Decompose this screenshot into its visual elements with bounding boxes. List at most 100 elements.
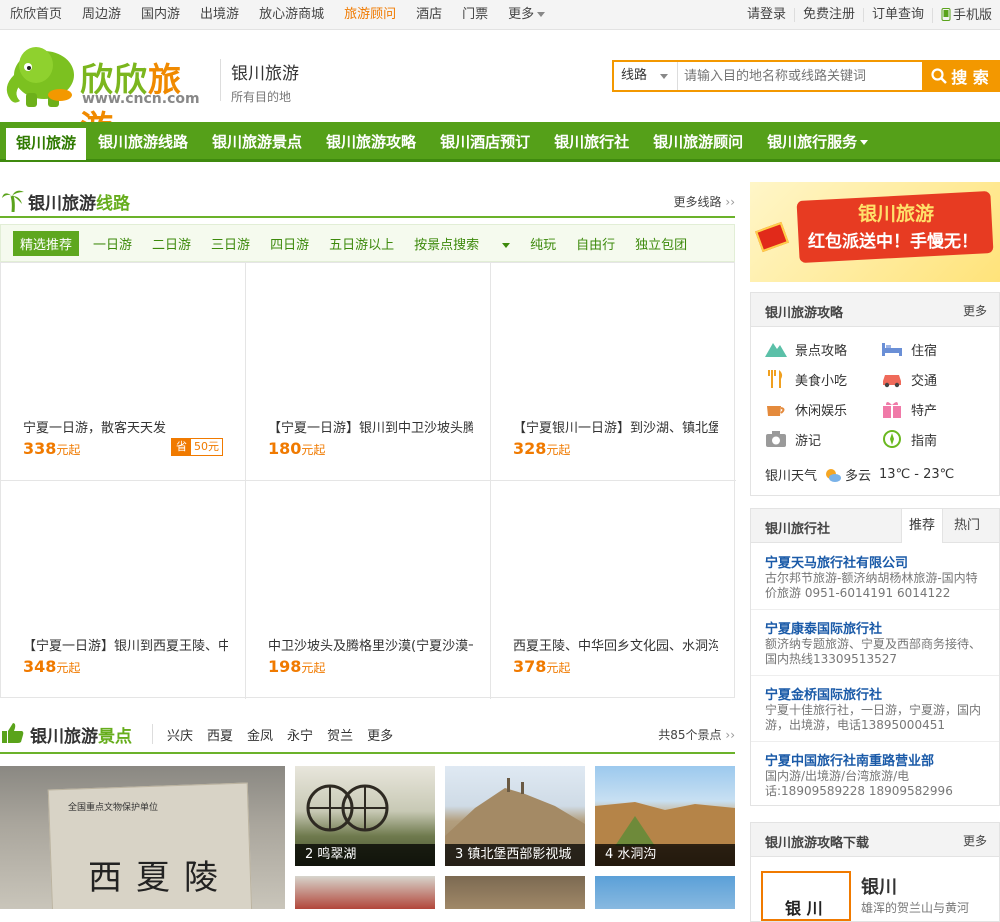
tab-recommended[interactable]: 推荐 xyxy=(901,509,943,543)
fork-knife-icon xyxy=(768,370,783,388)
top-link-more[interactable]: 更多 xyxy=(498,0,555,30)
download-more-link[interactable]: 更多 xyxy=(963,832,987,849)
district-link[interactable]: 兴庆 xyxy=(167,725,193,744)
agency-name[interactable]: 宁夏金桥国际旅行社 xyxy=(765,684,990,703)
more-districts-link[interactable]: 更多 xyxy=(367,725,393,744)
tab-pure-play[interactable]: 纯玩 xyxy=(530,234,556,253)
top-link-advisor[interactable]: 旅游顾问 xyxy=(334,0,406,30)
district-link[interactable]: 贺兰 xyxy=(327,725,353,744)
district-link[interactable]: 永宁 xyxy=(287,725,313,744)
tab-two-day[interactable]: 二日游 xyxy=(152,234,191,253)
all-destinations-link[interactable]: 所有目的地 xyxy=(231,88,299,105)
attraction-thumb[interactable] xyxy=(445,876,585,909)
routes-section-title: 银川旅游线路 xyxy=(28,189,130,214)
tab-one-day[interactable]: 一日游 xyxy=(93,234,132,253)
top-link-domestic[interactable]: 国内游 xyxy=(131,0,190,30)
route-card[interactable]: 中卫沙坡头及腾格里沙漠(宁夏沙漠一 198元起 xyxy=(246,481,491,699)
tab-private-group[interactable]: 独立包团 xyxy=(635,234,687,253)
nav-advisors[interactable]: 银川旅游顾问 xyxy=(641,122,755,162)
guide-item-attractions[interactable]: 景点攻略 xyxy=(765,339,847,359)
top-link-mall[interactable]: 放心游商城 xyxy=(249,0,334,30)
city-title: 银川旅游 xyxy=(231,64,299,84)
red-envelope-icon xyxy=(755,221,789,253)
search-button[interactable]: 搜 索 xyxy=(922,62,998,90)
route-name[interactable]: 西夏王陵、中华回乡文化园、水洞沟 xyxy=(513,635,718,654)
guide-item-food[interactable]: 美食小吃 xyxy=(765,369,847,389)
nav-hotels[interactable]: 银川酒店预订 xyxy=(428,122,542,162)
guide-item-handbook[interactable]: 指南 xyxy=(881,429,937,449)
attraction-thumb[interactable]: 4 水洞沟 xyxy=(595,766,735,866)
guide-item-lodging[interactable]: 住宿 xyxy=(881,339,937,359)
route-card[interactable]: 【宁夏一日游】银川到中卫沙坡头腾 180元起 xyxy=(246,263,491,481)
guide-item-leisure[interactable]: 休闲娱乐 xyxy=(765,399,847,419)
search-input[interactable] xyxy=(678,62,922,90)
mobile-link[interactable]: 手机版 xyxy=(931,7,1000,23)
tab-featured[interactable]: 精选推荐 xyxy=(13,230,80,256)
search-type-select[interactable]: 线路 xyxy=(614,62,678,90)
login-link[interactable]: 请登录 xyxy=(739,8,794,22)
agency-item[interactable]: 宁夏康泰国际旅行社 额济纳专题旅游、宁夏及西部商务接待、 国内热线1330951… xyxy=(765,618,990,667)
tab-three-day[interactable]: 三日游 xyxy=(211,234,250,253)
attraction-thumb[interactable]: 3 镇北堡西部影视城 xyxy=(445,766,585,866)
top-link-outbound[interactable]: 出境游 xyxy=(190,0,249,30)
tab-popular[interactable]: 热门 xyxy=(943,509,991,543)
top-link-nearby[interactable]: 周边游 xyxy=(72,0,131,30)
attraction-thumb[interactable] xyxy=(595,876,735,909)
agency-item[interactable]: 宁夏中国旅行社南重路营业部 国内游/出境游/台湾旅游/电 话:189095892… xyxy=(765,750,990,799)
agency-name[interactable]: 宁夏天马旅行社有限公司 xyxy=(765,552,990,571)
guide-item-specialty[interactable]: 特产 xyxy=(881,399,937,419)
all-attractions-link[interactable]: 共85个景点 ›› xyxy=(658,726,735,743)
order-query-link[interactable]: 订单查询 xyxy=(862,8,932,22)
attraction-thumb[interactable]: 2 鸣翠湖 xyxy=(295,766,435,866)
site-logo[interactable]: 欣欣旅游 www.cncn.com xyxy=(0,35,215,147)
header: 欣欣旅游 www.cncn.com 银川旅游 所有目的地 线路 搜 索 xyxy=(0,31,1000,147)
discount-badge: 省 50元 xyxy=(171,438,223,456)
agency-item[interactable]: 宁夏金桥国际旅行社 宁夏十佳旅行社，一日游，宁夏游，国内 游，出境游，电话138… xyxy=(765,684,990,733)
nav-guides[interactable]: 银川旅游攻略 xyxy=(314,122,428,162)
nav-routes[interactable]: 银川旅游线路 xyxy=(86,122,200,162)
agency-desc: 额济纳专题旅游、宁夏及西部商务接待、 xyxy=(765,637,982,651)
register-link[interactable]: 免费注册 xyxy=(793,8,863,22)
guide-book-cover[interactable]: 银 川 xyxy=(761,871,851,921)
featured-attraction-image[interactable]: 全国重点文物保护单位 西夏陵 xyxy=(0,766,285,909)
guide-more-link[interactable]: 更多 xyxy=(963,302,987,319)
agency-item[interactable]: 宁夏天马旅行社有限公司 古尔邦节旅游-额济纳胡杨林旅游-国内特 价旅游 0951… xyxy=(765,552,990,601)
route-name[interactable]: 【宁夏一日游】银川到西夏王陵、中 xyxy=(23,635,228,654)
district-link[interactable]: 金凤 xyxy=(247,725,273,744)
route-card[interactable]: 【宁夏银川一日游】到沙湖、镇北堡 328元起 xyxy=(491,263,736,481)
attraction-thumb[interactable] xyxy=(295,876,435,909)
nav-agencies[interactable]: 银川旅行社 xyxy=(542,122,641,162)
route-name[interactable]: 【宁夏银川一日游】到沙湖、镇北堡 xyxy=(513,417,718,436)
top-link-home[interactable]: 欣欣首页 xyxy=(0,0,72,30)
route-card[interactable]: 【宁夏一日游】银川到西夏王陵、中 348元起 xyxy=(1,481,246,699)
route-name[interactable]: 【宁夏一日游】银川到中卫沙坡头腾 xyxy=(268,417,473,436)
route-price-value: 378 xyxy=(513,657,547,676)
double-chevron-right-icon: ›› xyxy=(725,728,735,742)
red-packet-banner[interactable]: 银川旅游 红包派送中！手慢无！ xyxy=(750,182,1000,282)
waterwheel-illustration xyxy=(306,784,389,832)
guide-item-travelogue[interactable]: 游记 xyxy=(765,429,821,449)
guide-item-transport[interactable]: 交通 xyxy=(881,369,937,389)
weather-condition: 多云 xyxy=(845,469,872,484)
route-name[interactable]: 宁夏一日游，散客天天发 xyxy=(23,417,228,436)
tab-search-by-attraction[interactable]: 按景点搜索 xyxy=(414,234,511,253)
nav-attractions[interactable]: 银川旅游景点 xyxy=(200,122,314,162)
agency-name[interactable]: 宁夏康泰国际旅行社 xyxy=(765,618,990,637)
tab-free-travel[interactable]: 自由行 xyxy=(576,234,615,253)
route-card[interactable]: 宁夏一日游，散客天天发 338元起 省 50元 xyxy=(1,263,246,481)
district-link[interactable]: 西夏 xyxy=(207,725,233,744)
top-link-ticket[interactable]: 门票 xyxy=(452,0,498,30)
book-title[interactable]: 银川 xyxy=(861,873,897,899)
agency-name[interactable]: 宁夏中国旅行社南重路营业部 xyxy=(765,750,990,769)
nav-services[interactable]: 银川旅行服务 xyxy=(755,122,880,162)
tab-five-day-plus[interactable]: 五日游以上 xyxy=(329,234,394,253)
route-price-value: 198 xyxy=(268,657,302,676)
tab-four-day[interactable]: 四日游 xyxy=(270,234,309,253)
city-switcher[interactable]: 银川旅游 所有目的地 xyxy=(220,59,299,104)
route-name[interactable]: 中卫沙坡头及腾格里沙漠(宁夏沙漠一 xyxy=(268,635,473,654)
route-card[interactable]: 西夏王陵、中华回乡文化园、水洞沟 378元起 xyxy=(491,481,736,699)
agency-box: 银川旅行社 推荐 热门 宁夏天马旅行社有限公司 古尔邦节旅游-额济纳胡杨林旅游-… xyxy=(750,508,1000,806)
more-routes-link[interactable]: 更多线路 ›› xyxy=(674,193,735,210)
nav-yinchuan-travel[interactable]: 银川旅游 xyxy=(6,128,87,160)
top-link-hotel[interactable]: 酒店 xyxy=(406,0,452,30)
